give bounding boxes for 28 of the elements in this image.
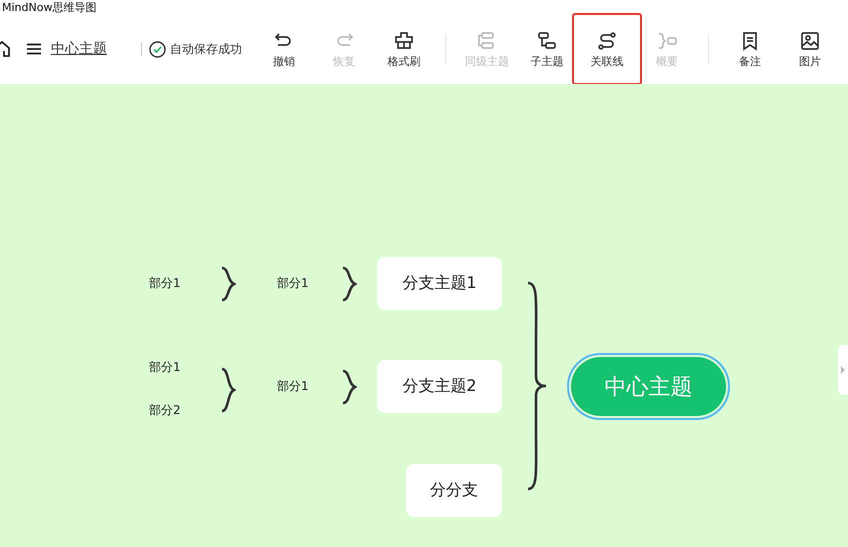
document-title[interactable]: 中心主题	[51, 40, 107, 58]
caret-icon	[840, 365, 846, 375]
summary-label[interactable]: 部分1	[149, 274, 181, 292]
undo-button[interactable]: 撤销	[255, 19, 313, 79]
summary-brace	[341, 266, 357, 302]
window-title: MindNow思维导图	[1, 2, 96, 14]
summary-brace	[220, 266, 236, 302]
image-button[interactable]: 图片	[781, 19, 839, 79]
format-painter-button[interactable]: 格式刷	[375, 19, 433, 79]
home-icon[interactable]	[0, 41, 10, 57]
summary-label[interactable]: 部分1	[149, 358, 181, 376]
summary-label[interactable]: 部分1	[277, 378, 309, 394]
branch-topic-node[interactable]: 分分支	[406, 464, 502, 517]
curved-connector-icon	[596, 30, 618, 52]
summary-brace	[220, 366, 236, 412]
check-circle-icon	[149, 40, 166, 58]
image-icon	[799, 30, 821, 52]
paint-brush-icon	[393, 30, 415, 52]
child-topic-icon	[536, 30, 558, 52]
summary-label[interactable]: 部分1	[277, 274, 309, 292]
save-status: 自动保存成功	[170, 40, 242, 58]
note-button[interactable]: 备注	[721, 19, 779, 79]
branch-topic-node[interactable]: 分支主题2	[377, 360, 502, 413]
side-panel-toggle[interactable]	[838, 345, 848, 395]
summary-brace	[341, 368, 357, 404]
summary-label[interactable]: 部分2	[149, 402, 181, 418]
branch-topic-node[interactable]: 分支主题1	[377, 257, 502, 310]
menu-icon[interactable]	[27, 43, 41, 55]
